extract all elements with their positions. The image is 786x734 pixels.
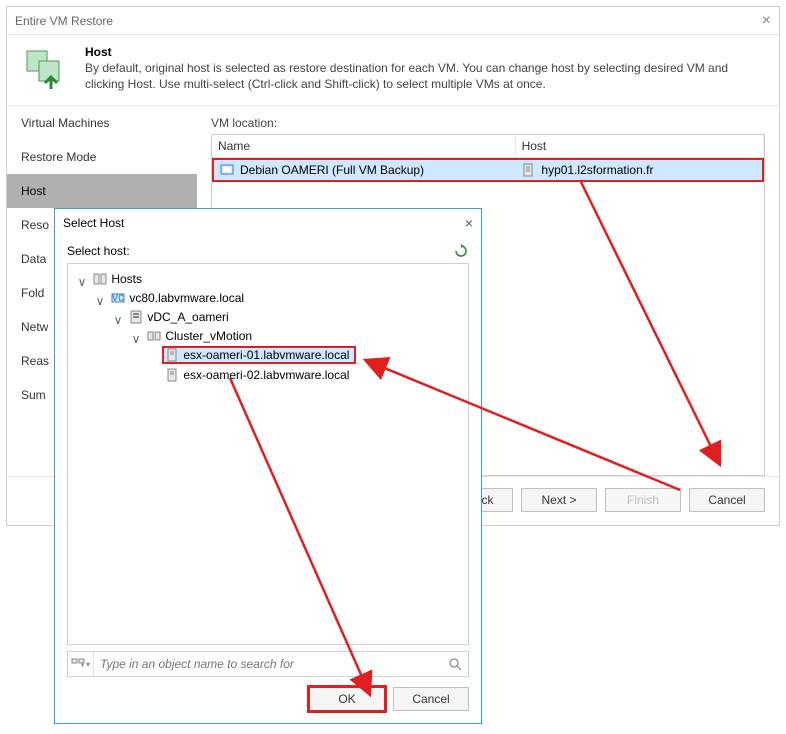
select-host-dialog: Select Host × Select host: ∨ Hosts [54, 208, 482, 724]
expander-placeholder [148, 351, 160, 365]
vm-icon [220, 163, 234, 177]
col-name-header[interactable]: Name [212, 135, 516, 157]
tree-esx1-label: esx-oameri-01.labvmware.local [183, 348, 349, 362]
nav-host[interactable]: Host [7, 174, 197, 208]
svg-text:vc: vc [112, 291, 124, 304]
tree-esx2[interactable]: esx-oameri-02.labvmware.local [163, 367, 351, 383]
tree-vcenter[interactable]: vc vc80.labvmware.local [109, 290, 246, 306]
datacenter-icon [129, 310, 143, 324]
wizard-header-heading: Host [85, 45, 765, 59]
tree-datacenter-label: vDC_A_oameri [147, 310, 228, 324]
expander-icon[interactable]: ∨ [76, 275, 88, 289]
search-icon[interactable] [442, 657, 468, 671]
search-row: ▾ [67, 651, 469, 677]
ok-button[interactable]: OK [309, 687, 385, 711]
dialog-close-icon[interactable]: × [465, 215, 473, 231]
host-header-icon [21, 45, 71, 95]
search-input[interactable] [94, 657, 442, 671]
select-host-label: Select host: [67, 244, 130, 258]
close-icon[interactable]: × [762, 7, 771, 35]
dialog-cancel-button[interactable]: Cancel [393, 687, 469, 711]
vm-table-row[interactable]: Debian OAMERI (Full VM Backup) hyp01.l2s… [212, 158, 764, 182]
wizard-header: Host By default, original host is select… [7, 35, 779, 106]
cluster-icon [147, 329, 161, 343]
host-icon [165, 348, 179, 362]
filter-icon[interactable]: ▾ [68, 652, 94, 676]
expander-icon[interactable]: ∨ [94, 294, 106, 308]
cancel-button[interactable]: Cancel [689, 488, 765, 512]
nav-restore-mode[interactable]: Restore Mode [7, 140, 197, 174]
expander-placeholder [148, 371, 160, 385]
expander-icon[interactable]: ∨ [112, 313, 124, 327]
dialog-titlebar: Select Host × [55, 209, 481, 237]
tree-esx1[interactable]: esx-oameri-01.labvmware.local [163, 347, 355, 363]
tree-root-label: Hosts [111, 272, 142, 286]
dialog-buttons: OK Cancel [67, 687, 469, 711]
expander-icon[interactable]: ∨ [130, 332, 142, 346]
wizard-header-description: By default, original host is selected as… [85, 61, 765, 92]
vm-host: hyp01.l2sformation.fr [541, 163, 653, 177]
tree-root-hosts[interactable]: Hosts [91, 271, 144, 287]
host-icon [165, 368, 179, 382]
dialog-label-row: Select host: [67, 243, 469, 259]
dialog-body: Select host: ∨ Hosts ∨ v [55, 237, 481, 723]
next-button[interactable]: Next > [521, 488, 597, 512]
refresh-icon[interactable] [453, 243, 469, 259]
tree-esx2-label: esx-oameri-02.labvmware.local [183, 368, 349, 382]
col-host-header[interactable]: Host [516, 135, 764, 157]
tree-cluster[interactable]: Cluster_vMotion [145, 328, 254, 344]
nav-virtual-machines[interactable]: Virtual Machines [7, 106, 197, 140]
wizard-title: Entire VM Restore [15, 7, 113, 35]
tree-datacenter[interactable]: vDC_A_oameri [127, 309, 230, 325]
tree-vcenter-label: vc80.labvmware.local [129, 291, 244, 305]
hosts-group-icon [93, 272, 107, 286]
host-icon [521, 163, 535, 177]
tree-cluster-label: Cluster_vMotion [165, 329, 252, 343]
dialog-title: Select Host [63, 216, 124, 230]
wizard-header-text: Host By default, original host is select… [85, 45, 765, 95]
wizard-titlebar: Entire VM Restore × [7, 7, 779, 35]
vm-location-label: VM location: [211, 116, 765, 130]
finish-button: Finish [605, 488, 681, 512]
vm-table-head: Name Host [212, 135, 764, 158]
vm-name: Debian OAMERI (Full VM Backup) [240, 163, 424, 177]
host-tree[interactable]: ∨ Hosts ∨ vc vc80.labvmware.local [67, 263, 469, 645]
vcenter-icon: vc [111, 291, 125, 305]
